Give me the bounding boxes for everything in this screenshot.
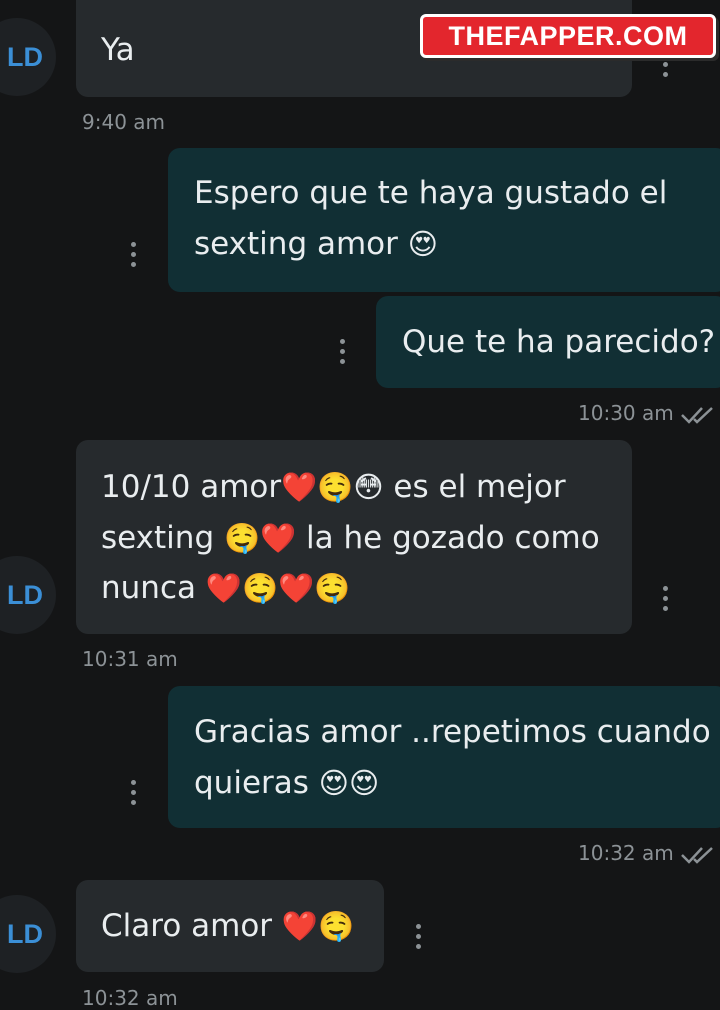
avatar-initials: LD [7,579,43,610]
emoji-group: ❤️🤤 [281,909,355,943]
emoji-heart-eyes: 😍😍 [318,766,380,800]
message-text-segment: la he gozado como [296,520,600,556]
message-bubble-outgoing[interactable]: Gracias amor ..repetimos cuando quieras … [168,686,720,828]
message-text-segment: 10/10 amor [101,469,282,505]
emoji-group: ❤️🤤❤️🤤 [205,571,351,605]
message-text-line: Espero que te haya gustado el [194,175,668,211]
emoji-group: ❤️🤤😳 [281,470,384,504]
message-text-line: Gracias amor ..repetimos cuando [194,714,711,750]
message-time: 10:31 am [82,647,178,671]
avatar-initials: LD [7,918,43,949]
avatar-initials: LD [7,41,43,72]
read-receipt-icon [681,847,713,864]
watermark-logo: THEFAPPER.COM [420,14,716,58]
read-receipt-icon [681,407,713,424]
emoji-group: 🤤❤️ [223,521,297,555]
message-text-line: quieras [194,765,319,801]
message-text-line: sexting amor [194,226,398,262]
message-options-icon[interactable] [131,780,137,805]
message-options-icon[interactable] [340,339,346,364]
message-time: 10:32 am [578,841,674,865]
message-options-icon[interactable] [131,242,137,267]
message-bubble-outgoing[interactable]: Espero que te haya gustado el sexting am… [168,148,720,292]
message-bubble-incoming[interactable]: Claro amor ❤️🤤 [76,880,384,972]
message-options-icon[interactable] [416,924,422,949]
message-time: 10:32 am [82,986,178,1010]
message-bubble-outgoing[interactable]: Que te ha parecido? [376,296,720,388]
message-text-segment: es el mejor [383,469,566,505]
avatar[interactable]: LD [0,895,56,973]
message-time: 9:40 am [82,110,166,134]
message-text: Que te ha parecido? [402,324,716,360]
message-bubble-incoming[interactable]: 10/10 amor❤️🤤😳 es el mejor sexting 🤤❤️ l… [76,440,632,634]
message-text-segment: nunca [101,570,206,606]
message-time: 10:30 am [578,401,674,425]
message-options-icon[interactable] [663,586,669,611]
message-text: Ya [101,32,135,68]
message-text: Claro amor [101,908,282,944]
avatar[interactable]: LD [0,18,56,96]
avatar[interactable]: LD [0,556,56,634]
message-text-segment: sexting [101,520,224,556]
emoji-heart-eyes: 😍 [407,227,438,261]
